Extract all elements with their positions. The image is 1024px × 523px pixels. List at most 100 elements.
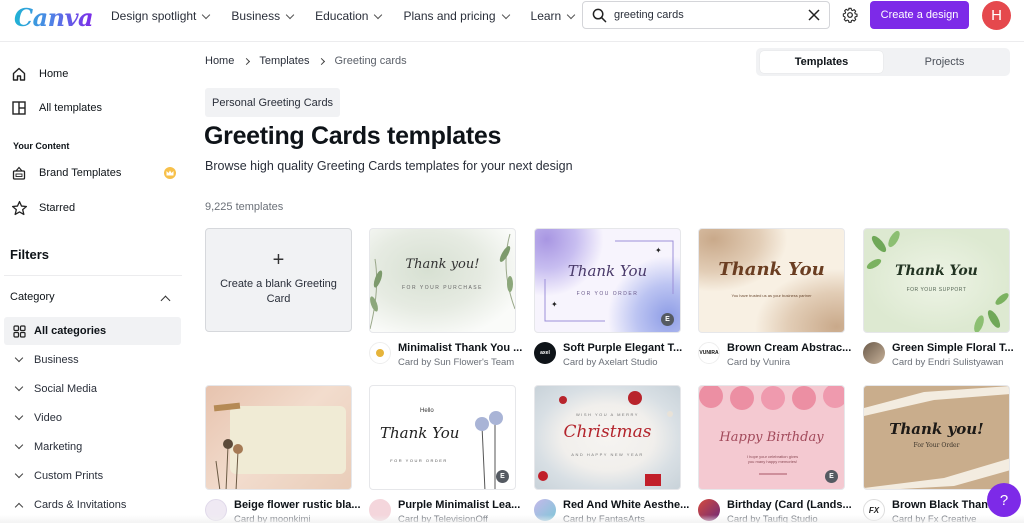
chevron-down-icon bbox=[14, 469, 24, 479]
page-title: Greeting Cards templates bbox=[204, 122, 502, 150]
user-avatar[interactable]: H bbox=[982, 1, 1011, 30]
template-card[interactable]: Thank you! FOR YOUR PURCHASE Minimalist … bbox=[369, 228, 522, 374]
torn-paper-decoration bbox=[864, 386, 1009, 489]
filters-divider bbox=[4, 275, 182, 276]
category-label: All categories bbox=[34, 325, 107, 337]
filter-chip[interactable]: Personal Greeting Cards bbox=[205, 88, 341, 117]
clear-search-icon[interactable] bbox=[807, 8, 821, 22]
template-title: Brown Black Thank bbox=[892, 499, 995, 511]
template-thumbnail: Thank you! FOR YOUR PURCHASE bbox=[369, 228, 516, 333]
sidebar-item-brand-templates[interactable]: Brand Templates bbox=[10, 164, 121, 182]
template-title: Soft Purple Elegant T... bbox=[563, 342, 683, 354]
breadcrumb-home[interactable]: Home bbox=[205, 55, 234, 67]
premium-badge: E bbox=[661, 313, 674, 326]
chevron-down-icon bbox=[285, 10, 295, 19]
category-label: Custom Prints bbox=[34, 470, 104, 482]
template-creator[interactable]: Card by Vunira bbox=[727, 357, 790, 368]
nav-label: Business bbox=[231, 9, 281, 23]
svg-text:✦: ✦ bbox=[551, 300, 558, 309]
category-marketing[interactable]: Marketing bbox=[4, 433, 181, 461]
template-card[interactable]: Happy Birthday I hope your celebration g… bbox=[698, 385, 852, 523]
card-subtext: FOR YOUR SUPPORT bbox=[906, 287, 967, 293]
search-input[interactable] bbox=[614, 9, 794, 21]
template-card[interactable]: Thank You You have trusted us as your bu… bbox=[698, 228, 851, 374]
chevron-up-icon bbox=[14, 502, 24, 512]
nav-learn[interactable]: Learn bbox=[520, 9, 586, 23]
category-label: Business bbox=[34, 354, 79, 366]
template-creator[interactable]: Card by Axelart Studio bbox=[563, 357, 658, 368]
create-blank-card-button[interactable]: + Create a blank Greeting Card bbox=[205, 228, 352, 332]
template-card[interactable]: ✦ ✦ Thank You FOR YOU ORDER E axel Soft P… bbox=[534, 228, 683, 374]
tab-projects[interactable]: Projects bbox=[883, 51, 1006, 73]
chevron-down-icon bbox=[14, 411, 24, 421]
home-icon bbox=[10, 65, 28, 83]
sidebar: Home All templates Your Content Brand Te… bbox=[0, 43, 192, 523]
card-subtext: FOR YOUR PURCHASE bbox=[402, 285, 483, 291]
nav-design-spotlight[interactable]: Design spotlight bbox=[100, 9, 220, 23]
templates-projects-toggle: Templates Projects bbox=[756, 48, 1010, 76]
template-card[interactable]: WISH YOU A MERRY Christmas AND HAPPY NEW… bbox=[534, 385, 689, 523]
chevron-right-icon bbox=[318, 57, 326, 65]
chevron-down-icon bbox=[566, 10, 576, 19]
nav-business[interactable]: Business bbox=[220, 9, 304, 23]
main-nav: Design spotlight Business Education Plan… bbox=[100, 9, 585, 23]
template-thumbnail: Thank You You have trusted us as your bu… bbox=[698, 228, 845, 333]
card-subtext: FOR YOU ORDER bbox=[576, 291, 639, 297]
category-all[interactable]: All categories bbox=[4, 317, 181, 345]
template-title: Minimalist Thank You ... bbox=[398, 342, 523, 354]
sidebar-item-all-templates[interactable]: All templates bbox=[10, 99, 102, 117]
nav-label: Learn bbox=[530, 9, 562, 23]
premium-badge: E bbox=[825, 470, 838, 483]
card-subtext: I hope your celebration gives you many h… bbox=[746, 454, 799, 464]
search-icon bbox=[592, 8, 607, 22]
your-content-heading: Your Content bbox=[13, 141, 70, 151]
template-creator[interactable]: Card by Endri Sulistyawan bbox=[892, 357, 1003, 368]
chevron-down-icon bbox=[14, 382, 24, 392]
template-title: Green Simple Floral T... bbox=[892, 342, 1014, 354]
crown-premium-icon bbox=[164, 167, 176, 179]
frame-decoration: ✦✦ bbox=[544, 240, 674, 322]
canva-logo[interactable]: Canva bbox=[14, 3, 94, 32]
creator-avatar[interactable] bbox=[369, 342, 391, 364]
help-button[interactable]: ? bbox=[987, 483, 1021, 517]
category-business[interactable]: Business bbox=[4, 346, 181, 374]
chevron-right-icon bbox=[243, 57, 251, 65]
dried-flower-decoration bbox=[215, 439, 243, 489]
creator-avatar[interactable]: axel bbox=[534, 342, 556, 364]
template-card[interactable]: Hello Thank You FOR YOUR ORDER E Purple … bbox=[369, 385, 520, 523]
card-subtext: You have trusted us as your business par… bbox=[731, 293, 812, 298]
breadcrumb-templates[interactable]: Templates bbox=[259, 55, 309, 67]
template-title: Birthday (Card (Lands... bbox=[727, 499, 852, 511]
flower-decoration bbox=[475, 411, 503, 489]
blank-card-label: Create a blank Greeting Card bbox=[220, 277, 337, 305]
creator-avatar[interactable]: VUNIRA bbox=[698, 342, 720, 364]
chevron-up-icon[interactable] bbox=[160, 295, 171, 306]
sidebar-item-starred[interactable]: Starred bbox=[10, 199, 75, 217]
category-custom-prints[interactable]: Custom Prints bbox=[4, 462, 181, 490]
template-creator[interactable]: Card by Sun Flower's Team bbox=[398, 357, 514, 368]
breadcrumb: Home Templates Greeting cards bbox=[205, 55, 407, 67]
template-card[interactable]: Beige flower rustic bla... Card by moonk… bbox=[205, 385, 361, 523]
tab-templates[interactable]: Templates bbox=[760, 51, 883, 73]
category-video[interactable]: Video bbox=[4, 404, 181, 432]
sidebar-item-label: Brand Templates bbox=[39, 167, 122, 179]
settings-gear-icon[interactable] bbox=[842, 7, 858, 23]
chevron-down-icon bbox=[14, 440, 24, 450]
nav-plans-pricing[interactable]: Plans and pricing bbox=[392, 9, 519, 23]
nav-education[interactable]: Education bbox=[304, 9, 392, 23]
sidebar-item-label: Starred bbox=[39, 202, 76, 214]
card-text: Thank you! bbox=[889, 420, 984, 438]
template-title: Red And White Aesthe... bbox=[563, 499, 690, 511]
premium-badge: E bbox=[496, 470, 509, 483]
card-text: Christmas bbox=[563, 422, 652, 442]
sidebar-item-label: All templates bbox=[39, 102, 102, 114]
category-social-media[interactable]: Social Media bbox=[4, 375, 181, 403]
create-design-button[interactable]: Create a design bbox=[870, 1, 969, 29]
creator-avatar[interactable] bbox=[863, 342, 885, 364]
category-filter-toggle[interactable]: Category bbox=[10, 291, 55, 303]
svg-text:✦: ✦ bbox=[655, 246, 662, 255]
card-text: Thank You bbox=[718, 259, 825, 280]
template-thumbnail: ✦ ✦ Thank You FOR YOU ORDER E bbox=[534, 228, 681, 333]
template-card[interactable]: Thank You FOR YOUR SUPPORT Green Simple … bbox=[863, 228, 1014, 374]
sidebar-item-home[interactable]: Home bbox=[10, 65, 68, 83]
